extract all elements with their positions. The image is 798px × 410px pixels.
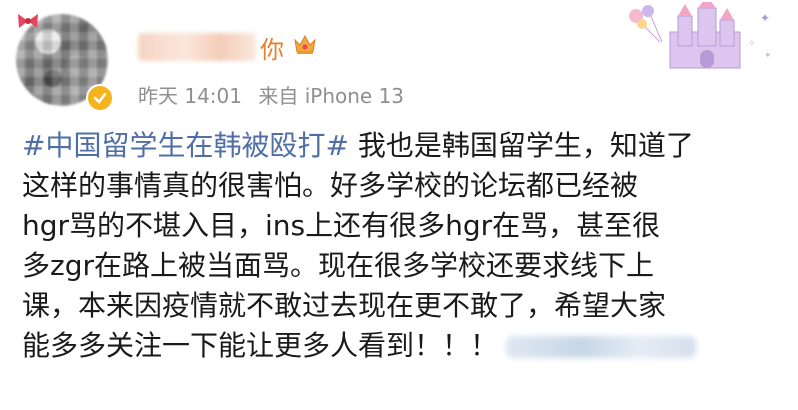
castle-balloons-icon: ✦ ✧ ✦ [629,2,772,69]
post-text: 我也是韩国留学生，知道了 [348,129,694,162]
avatar-bow-icon [18,14,38,28]
svg-text:✦: ✦ [760,11,770,25]
post-line-2: 这样的事情真的很害怕。好多学校的论坛都已经被 [22,169,639,202]
crown-icon [292,32,318,62]
hashtag-link[interactable]: #中国留学生在韩被殴打# [22,129,349,162]
username-suffix: 你 [260,35,284,64]
post-body: #中国留学生在韩被殴打# 我也是韩国留学生，知道了 这样的事情真的很害怕。好多学… [22,126,782,366]
post-line-3: hgr骂的不堪入目，ins上还有很多hgr在骂，甚至很 [22,209,661,242]
username-blurred [138,33,256,61]
post-line-1: #中国留学生在韩被殴打# 我也是韩国留学生，知道了 [22,126,782,166]
post-line-6: 能多多关注一下能让更多人看到！！！ [22,326,782,366]
svg-text:✦: ✦ [764,51,772,61]
post-line-4: 多zgr在路上被当面骂。现在很多学校还要求线下上 [22,249,654,282]
blurred-mention [506,336,697,358]
post-text-end: 能多多关注一下能让更多人看到！！！ [22,329,499,362]
verified-check-icon [86,84,114,112]
post-source[interactable]: 来自 iPhone 13 [258,84,404,108]
svg-text:✧: ✧ [748,39,756,49]
post-meta: 昨天 14:01 来自 iPhone 13 [138,80,414,109]
username[interactable]: 你 [138,30,318,64]
post-line-5: 课，本来因疫情就不敢过去现在更不敢了，希望大家 [22,289,667,322]
post-time: 昨天 14:01 [138,84,242,108]
